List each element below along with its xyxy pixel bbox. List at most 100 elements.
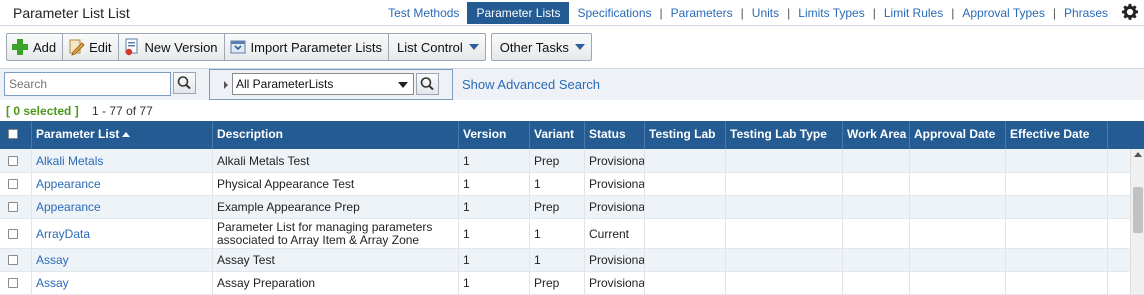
approval-date-cell: [910, 149, 1006, 172]
testing-lab-type-cell: [726, 272, 843, 294]
work-area-cell: [843, 173, 910, 195]
testing-lab-type-cell: [726, 219, 843, 248]
search-button[interactable]: [173, 72, 196, 94]
column-header-description[interactable]: Description: [213, 121, 459, 149]
description-cell: Example Appearance Prep: [213, 196, 459, 218]
column-header-testing-lab-type[interactable]: Testing Lab Type: [726, 121, 843, 149]
gear-icon[interactable]: [1121, 3, 1139, 21]
status-cell: Provisional: [585, 173, 645, 195]
parameter-list-link[interactable]: ArrayData: [32, 219, 213, 248]
other-tasks-dropdown[interactable]: Other Tasks: [492, 34, 591, 60]
status-cell: Current: [585, 219, 645, 248]
effective-date-cell: [1006, 149, 1108, 172]
testing-lab-cell: [645, 196, 726, 218]
parameter-list-grid: Parameter List Description Version Varia…: [0, 121, 1144, 295]
column-header-status[interactable]: Status: [585, 121, 645, 149]
nav-limits-types[interactable]: Limits Types: [790, 6, 872, 20]
nav-units[interactable]: Units: [744, 6, 787, 20]
scroll-thumb[interactable]: [1133, 187, 1143, 233]
nav-limit-rules[interactable]: Limit Rules: [876, 6, 951, 20]
column-header-variant[interactable]: Variant: [530, 121, 585, 149]
version-cell: 1: [459, 173, 530, 195]
testing-lab-cell: [645, 219, 726, 248]
parameter-list-link[interactable]: Appearance: [32, 196, 213, 218]
column-header-version[interactable]: Version: [459, 121, 530, 149]
nav-test-methods[interactable]: Test Methods: [380, 6, 467, 20]
expand-arrow-icon[interactable]: [224, 81, 228, 89]
add-button[interactable]: Add: [7, 34, 64, 60]
parameter-list-link[interactable]: Alkali Metals: [32, 149, 213, 172]
parameter-list-link[interactable]: Appearance: [32, 173, 213, 195]
selection-info: [ 0 selected ] 1 - 77 of 77: [6, 104, 153, 118]
search-input[interactable]: [4, 72, 171, 96]
variant-cell: Prep: [530, 149, 585, 172]
edit-button[interactable]: Edit: [63, 34, 119, 60]
effective-date-cell: [1006, 196, 1108, 218]
work-area-cell: [843, 196, 910, 218]
column-header-parameter-list[interactable]: Parameter List: [32, 121, 213, 149]
new-version-label: New Version: [144, 39, 218, 55]
variant-cell: 1: [530, 173, 585, 195]
chevron-down-icon: [468, 44, 479, 50]
approval-date-cell: [910, 173, 1006, 195]
nav-approval-types[interactable]: Approval Types: [954, 6, 1053, 20]
version-cell: 1: [459, 249, 530, 271]
approval-date-cell: [910, 219, 1006, 248]
approval-date-cell: [910, 272, 1006, 294]
work-area-cell: [843, 272, 910, 294]
record-range: 1 - 77 of 77: [92, 104, 153, 118]
scroll-up-arrow-icon[interactable]: [1134, 152, 1142, 157]
list-filter-value: All ParameterLists: [236, 77, 334, 91]
new-version-button[interactable]: New Version: [119, 34, 225, 60]
row-checkbox[interactable]: [8, 202, 18, 212]
table-row[interactable]: Appearance Physical Appearance Test 1 1 …: [0, 173, 1144, 196]
row-checkbox[interactable]: [8, 255, 18, 265]
column-header-effective-date[interactable]: Effective Date: [1006, 121, 1108, 149]
search-icon: [177, 76, 191, 90]
table-row[interactable]: Assay Assay Preparation 1 Prep Provision…: [0, 272, 1144, 295]
testing-lab-type-cell: [726, 173, 843, 195]
table-row[interactable]: ArrayData Parameter List for managing pa…: [0, 219, 1144, 249]
nav-parameters[interactable]: Parameters: [663, 6, 741, 20]
parameter-list-link[interactable]: Assay: [32, 249, 213, 271]
filter-panel: All ParameterLists: [209, 69, 453, 100]
effective-date-cell: [1006, 272, 1108, 294]
approval-date-cell: [910, 196, 1006, 218]
nav-phrases[interactable]: Phrases: [1056, 6, 1116, 20]
filter-search-button[interactable]: [416, 73, 439, 95]
table-row[interactable]: Alkali Metals Alkali Metals Test 1 Prep …: [0, 149, 1144, 173]
column-header-spacer: [1108, 121, 1133, 149]
nav-specifications[interactable]: Specifications: [569, 6, 659, 20]
row-checkbox[interactable]: [8, 155, 18, 166]
description-cell: Physical Appearance Test: [213, 173, 459, 195]
page-title: Parameter List List: [13, 5, 130, 21]
table-row[interactable]: Assay Assay Test 1 1 Provisional: [0, 249, 1144, 272]
parameter-list-link[interactable]: Assay: [32, 272, 213, 294]
nav-parameter-lists[interactable]: Parameter Lists: [467, 2, 570, 24]
table-row[interactable]: Appearance Example Appearance Prep 1 Pre…: [0, 196, 1144, 219]
column-header-testing-lab[interactable]: Testing Lab: [645, 121, 726, 149]
approval-date-cell: [910, 249, 1006, 271]
vertical-scrollbar[interactable]: [1130, 149, 1144, 294]
show-advanced-search-link[interactable]: Show Advanced Search: [462, 77, 600, 92]
select-all-cell: [0, 121, 32, 149]
description-cell: Assay Test: [213, 249, 459, 271]
other-tasks-group: Other Tasks: [490, 33, 592, 61]
version-cell: 1: [459, 149, 530, 172]
effective-date-cell: [1006, 219, 1108, 248]
effective-date-cell: [1006, 173, 1108, 195]
column-header-work-area[interactable]: Work Area: [843, 121, 910, 149]
list-filter-select[interactable]: All ParameterLists: [232, 73, 414, 95]
select-all-checkbox[interactable]: [8, 129, 18, 139]
variant-cell: 1: [530, 219, 585, 248]
import-label: Import Parameter Lists: [250, 39, 383, 55]
row-checkbox[interactable]: [8, 228, 18, 239]
import-parameter-lists-button[interactable]: Import Parameter Lists: [225, 34, 390, 60]
testing-lab-cell: [645, 149, 726, 172]
description-cell: Alkali Metals Test: [213, 149, 459, 172]
row-checkbox[interactable]: [8, 278, 18, 288]
variant-cell: Prep: [530, 272, 585, 294]
list-control-dropdown[interactable]: List Control: [389, 34, 485, 60]
column-header-approval-date[interactable]: Approval Date: [910, 121, 1006, 149]
row-checkbox[interactable]: [8, 179, 18, 189]
